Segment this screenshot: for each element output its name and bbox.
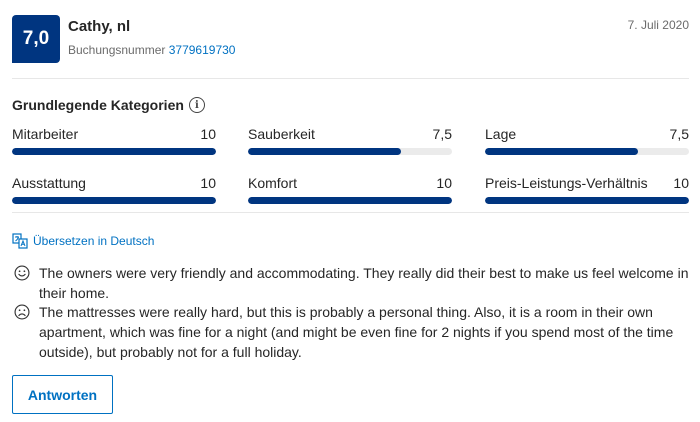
category-preis-leistung: Preis-Leistungs-Verhältnis 10 bbox=[485, 175, 689, 204]
category-bar bbox=[12, 148, 216, 155]
category-value: 10 bbox=[436, 175, 452, 191]
category-mitarbeiter: Mitarbeiter 10 bbox=[12, 126, 216, 155]
category-ausstattung: Ausstattung 10 bbox=[12, 175, 216, 204]
category-label: Ausstattung bbox=[12, 175, 86, 191]
category-komfort: Komfort 10 bbox=[248, 175, 452, 204]
category-label: Preis-Leistungs-Verhältnis bbox=[485, 175, 648, 191]
category-bar-fill bbox=[12, 197, 216, 204]
category-lage: Lage 7,5 bbox=[485, 126, 689, 155]
review-date: 7. Juli 2020 bbox=[627, 18, 689, 32]
category-bar bbox=[12, 197, 216, 204]
category-bar-fill bbox=[485, 197, 689, 204]
divider bbox=[12, 212, 689, 213]
category-bar-fill bbox=[248, 197, 452, 204]
translate-label[interactable]: Übersetzen in Deutsch bbox=[33, 234, 154, 248]
positive-comment-text: The owners were very friendly and accomm… bbox=[39, 265, 689, 301]
positive-comment: The owners were very friendly and accomm… bbox=[12, 263, 692, 303]
score-badge: 7,0 bbox=[12, 15, 60, 63]
smiley-icon bbox=[14, 265, 30, 281]
divider bbox=[12, 78, 689, 79]
category-value: 10 bbox=[200, 175, 216, 191]
category-bar bbox=[248, 197, 452, 204]
category-value: 7,5 bbox=[432, 126, 452, 142]
category-sauberkeit: Sauberkeit 7,5 bbox=[248, 126, 452, 155]
categories-title: Grundlegende Kategorien bbox=[12, 97, 184, 113]
category-bar-fill bbox=[12, 148, 216, 155]
booking-label: Buchungsnummer bbox=[68, 43, 166, 57]
categories-heading: Grundlegende Kategorien i bbox=[12, 97, 205, 113]
booking-info: Buchungsnummer 3779619730 bbox=[68, 43, 235, 57]
booking-number: 3779619730 bbox=[168, 43, 236, 57]
category-bar-fill bbox=[248, 148, 401, 155]
reviewer-name: Cathy, nl bbox=[68, 18, 131, 35]
category-value: 7,5 bbox=[669, 126, 689, 142]
negative-comment: The mattresses were really hard, but thi… bbox=[12, 302, 692, 362]
category-value: 10 bbox=[673, 175, 689, 191]
category-bar bbox=[485, 148, 689, 155]
negative-comment-text: The mattresses were really hard, but thi… bbox=[39, 304, 674, 360]
category-bar-fill bbox=[485, 148, 638, 155]
category-label: Lage bbox=[485, 126, 517, 142]
translate-link[interactable]: Übersetzen in Deutsch bbox=[12, 233, 154, 249]
category-value: 10 bbox=[200, 126, 216, 142]
category-label: Sauberkeit bbox=[248, 126, 315, 142]
category-label: Komfort bbox=[248, 175, 298, 191]
category-bar bbox=[248, 148, 452, 155]
category-label: Mitarbeiter bbox=[12, 126, 79, 142]
reply-button[interactable]: Antworten bbox=[12, 375, 113, 414]
category-bar bbox=[485, 197, 689, 204]
frown-icon bbox=[14, 304, 30, 320]
translate-icon bbox=[12, 233, 28, 249]
info-icon[interactable]: i bbox=[188, 97, 205, 113]
